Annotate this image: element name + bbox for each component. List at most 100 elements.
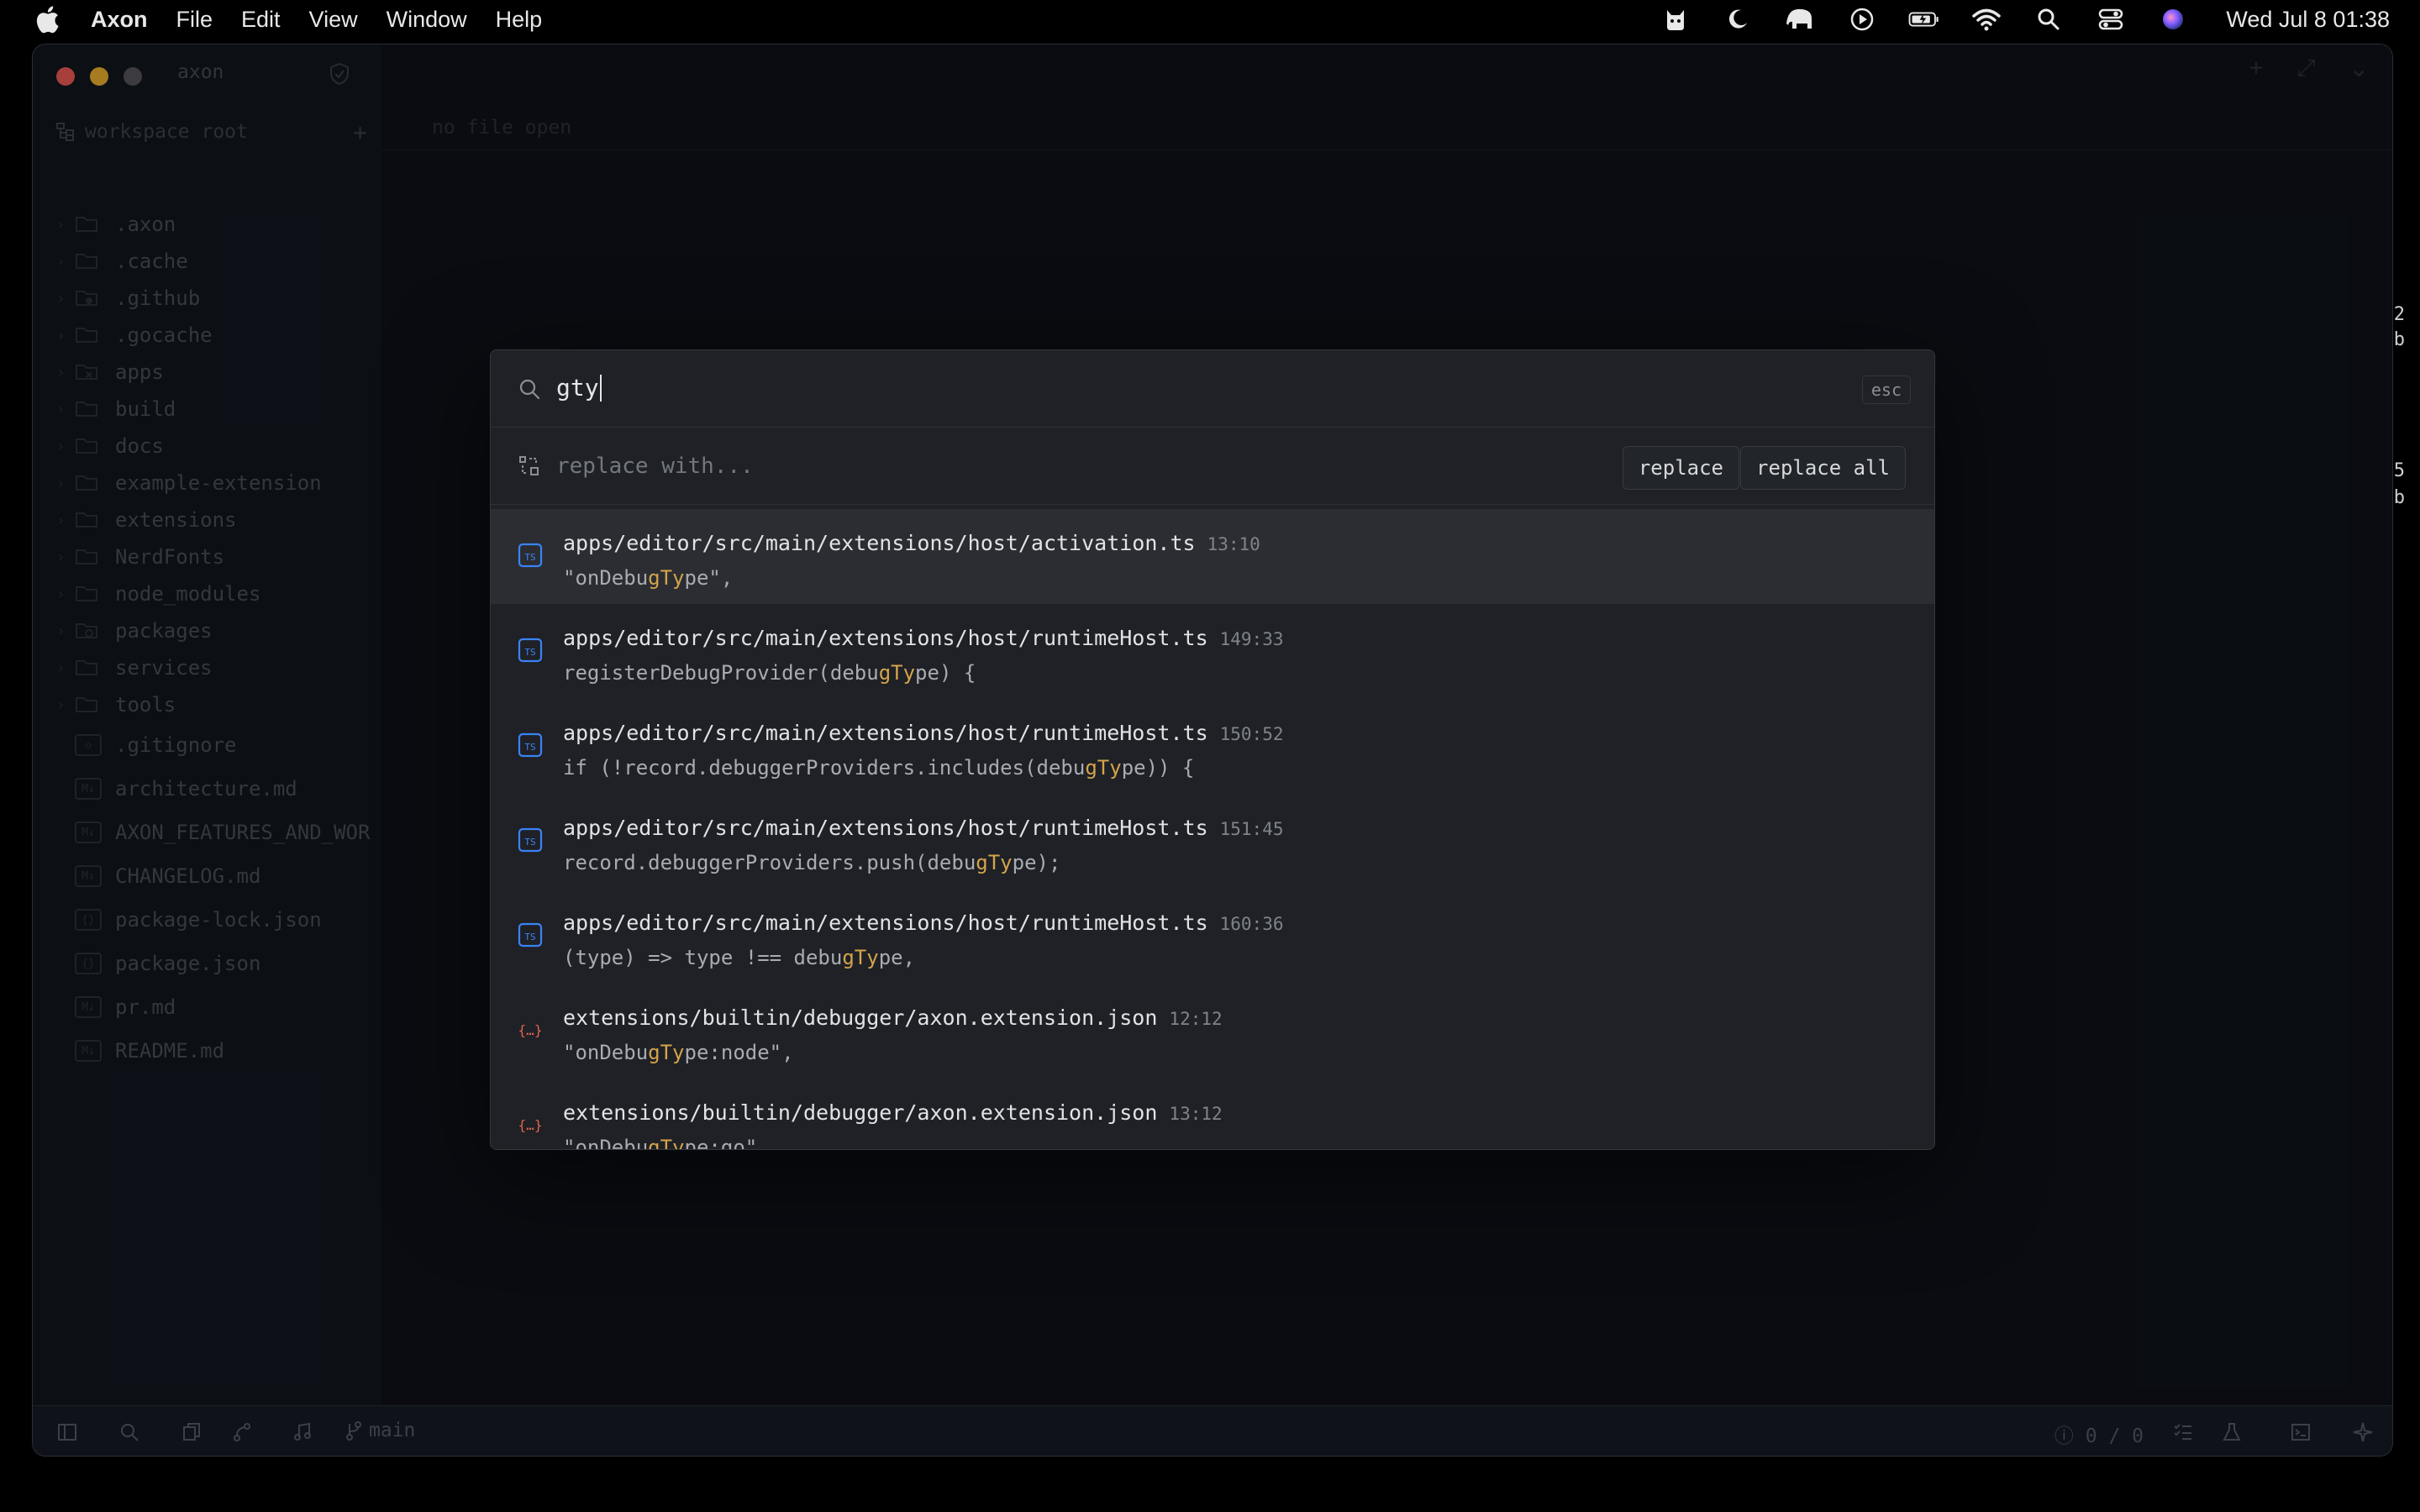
result-path-line: apps/editor/src/main/extensions/host/run… — [563, 721, 1283, 745]
terminal-icon[interactable] — [2290, 1421, 2312, 1443]
snippet-before: registerDebugProvider(debu — [563, 661, 879, 685]
copy-icon[interactable] — [181, 1421, 203, 1443]
replace-button[interactable]: replace — [1622, 446, 1739, 490]
search-result-item[interactable]: TS apps/editor/src/main/extensions/host/… — [491, 794, 1934, 889]
menu-file[interactable]: File — [176, 7, 213, 33]
search-result-item[interactable]: TS apps/editor/src/main/extensions/host/… — [491, 604, 1934, 699]
control-center-icon[interactable] — [2095, 6, 2127, 33]
search-results-list: TS apps/editor/src/main/extensions/host/… — [491, 509, 1934, 1150]
snippet-match: gTy — [1085, 756, 1122, 780]
replace-all-button[interactable]: replace all — [1740, 446, 1906, 490]
spotlight-search-icon[interactable] — [2033, 6, 2065, 33]
checklist-icon[interactable] — [2172, 1421, 2194, 1443]
result-location: 13:12 — [1169, 1104, 1223, 1124]
snippet-before: "onDebu — [563, 1041, 649, 1064]
edge-text: b — [2393, 329, 2405, 350]
search-result-item[interactable]: {…} extensions/builtin/debugger/axon.ext… — [491, 984, 1934, 1079]
status-menus: Wed Jul 8 01:38 — [1660, 0, 2390, 39]
source-control-icon[interactable] — [231, 1421, 253, 1443]
menu-help[interactable]: Help — [496, 7, 543, 33]
apple-menu-icon[interactable] — [34, 5, 60, 34]
svg-text:TS: TS — [524, 742, 535, 753]
svg-text:TS: TS — [524, 552, 535, 563]
cat-app-icon[interactable] — [1660, 6, 1691, 33]
snippet-match: gTy — [648, 1041, 685, 1064]
json-braces-icon: {…} — [518, 1022, 543, 1038]
result-snippet: "onDebugType:go", — [563, 1136, 770, 1150]
result-path: extensions/builtin/debugger/axon.extensi… — [563, 1100, 1158, 1125]
result-path-line: apps/editor/src/main/extensions/host/act… — [563, 531, 1260, 555]
wifi-icon[interactable] — [1970, 6, 2002, 33]
menu-window[interactable]: Window — [387, 7, 467, 33]
typescript-file-icon: TS — [518, 922, 543, 948]
play-circle-icon[interactable] — [1846, 6, 1878, 33]
branch-name: main — [369, 1420, 416, 1441]
replace-input[interactable] — [556, 451, 1481, 481]
battery-icon[interactable] — [1908, 6, 1940, 33]
svg-text:{…}: {…} — [518, 1022, 543, 1038]
menu-clock[interactable]: Wed Jul 8 01:38 — [2226, 7, 2390, 33]
snippet-before: record.debuggerProviders.push(debu — [563, 851, 976, 874]
snippet-before: "onDebu — [563, 1136, 649, 1150]
result-snippet: if (!record.debuggerProviders.includes(d… — [563, 756, 1194, 780]
moon-icon[interactable] — [1722, 6, 1754, 33]
result-snippet: "onDebugType:node", — [563, 1041, 794, 1064]
edge-text: 5 — [2393, 460, 2405, 481]
result-path: apps/editor/src/main/extensions/host/run… — [563, 721, 1208, 745]
snippet-after: pe:node", — [684, 1041, 794, 1064]
esc-key-hint[interactable]: esc — [1861, 375, 1911, 404]
snippet-match: gTy — [648, 566, 685, 590]
search-result-item[interactable]: TS apps/editor/src/main/extensions/host/… — [491, 699, 1934, 794]
result-path: apps/editor/src/main/extensions/host/run… — [563, 626, 1208, 650]
alert-circle-icon: ⓘ — [2054, 1425, 2086, 1447]
menu-app-name[interactable]: Axon — [91, 7, 148, 33]
snippet-before: if (!record.debuggerProviders.includes(d… — [563, 756, 1086, 780]
result-snippet: "onDebugType", — [563, 566, 733, 590]
toggle-sidebar-icon[interactable] — [56, 1421, 78, 1443]
result-path: apps/editor/src/main/extensions/host/run… — [563, 816, 1208, 840]
svg-text:{…}: {…} — [518, 1117, 543, 1133]
typescript-file-icon: TS — [518, 543, 543, 568]
menu-view[interactable]: View — [309, 7, 358, 33]
diagnostics-indicator[interactable]: ⓘ 0 / 0 — [2054, 1420, 2144, 1448]
typescript-file-icon: TS — [518, 827, 543, 853]
elephant-icon[interactable] — [1784, 6, 1816, 33]
result-location: 149:33 — [1219, 629, 1284, 649]
search-icon[interactable] — [118, 1421, 140, 1443]
result-path-line: apps/editor/src/main/extensions/host/run… — [563, 626, 1283, 650]
snippet-match: gTy — [976, 851, 1013, 874]
svg-text:TS: TS — [524, 932, 535, 942]
search-result-item[interactable]: TS apps/editor/src/main/extensions/host/… — [491, 509, 1934, 604]
search-icon — [519, 379, 540, 400]
menu-edit[interactable]: Edit — [241, 7, 281, 33]
replace-icon — [519, 456, 539, 475]
result-path-line: apps/editor/src/main/extensions/host/run… — [563, 816, 1283, 840]
branch-indicator[interactable]: main — [345, 1420, 415, 1441]
result-path: apps/editor/src/main/extensions/host/act… — [563, 531, 1196, 555]
replace-row: replace replace all — [491, 428, 1934, 505]
text-caret — [599, 374, 602, 402]
search-result-item[interactable]: {…} extensions/builtin/debugger/axon.ext… — [491, 1079, 1934, 1150]
snippet-after: pe)) { — [1121, 756, 1195, 780]
result-location: 12:12 — [1169, 1009, 1223, 1029]
search-result-item[interactable]: TS apps/editor/src/main/extensions/host/… — [491, 889, 1934, 984]
snippet-match: gTy — [648, 1136, 685, 1150]
json-braces-icon: {…} — [518, 1117, 543, 1133]
flask-icon[interactable] — [2221, 1421, 2243, 1443]
result-path-line: extensions/builtin/debugger/axon.extensi… — [563, 1005, 1223, 1030]
sparkle-icon[interactable] — [2352, 1421, 2374, 1443]
typescript-file-icon: TS — [518, 638, 543, 663]
snippet-after: pe", — [684, 566, 734, 590]
result-snippet: record.debuggerProviders.push(debugType)… — [563, 851, 1060, 874]
search-query-text: gty — [556, 374, 599, 402]
search-input[interactable]: gty — [556, 374, 602, 402]
music-note-icon[interactable] — [292, 1421, 313, 1443]
siri-icon[interactable] — [2157, 6, 2189, 33]
snippet-after: pe, — [878, 946, 916, 969]
snippet-after: pe) { — [915, 661, 976, 685]
result-path: apps/editor/src/main/extensions/host/run… — [563, 911, 1208, 935]
svg-text:TS: TS — [524, 837, 535, 848]
status-bar: main ⓘ 0 / 0 — [33, 1405, 2392, 1456]
result-location: 13:10 — [1207, 534, 1260, 554]
edge-text: b — [2393, 487, 2405, 508]
